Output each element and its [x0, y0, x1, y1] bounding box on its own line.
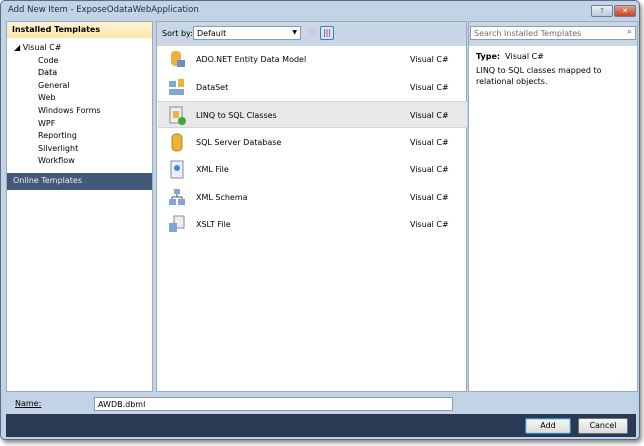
tree-item-general[interactable]: General — [7, 80, 152, 93]
add-new-item-dialog: Add New Item - ExposeOdataWebApplication… — [0, 0, 640, 440]
type-label: Type: — [476, 52, 501, 61]
template-name: SQL Server Database — [196, 137, 282, 147]
tree-label: Web — [38, 93, 56, 103]
list-toolbar: Sort by: Default ▼ ⁞⁞ ||| — [157, 22, 466, 46]
tree-label: WPF — [38, 118, 56, 128]
chevron-down-icon: ▼ — [292, 29, 297, 36]
template-type: Visual C# — [410, 165, 449, 174]
tree-label: Data — [38, 68, 58, 78]
details-panel: Search Installed Templates ⌕ Type: Visual… — [468, 21, 638, 392]
installed-templates-header[interactable]: Installed Templates — [7, 22, 152, 38]
tree-item-visual-csharp[interactable]: ◢ Visual C# — [7, 42, 152, 55]
template-type: Visual C# — [410, 55, 449, 64]
tree-item-reporting[interactable]: Reporting — [7, 130, 152, 143]
template-item[interactable]: DataSet Visual C# — [158, 74, 467, 101]
xslt-file-icon — [169, 215, 185, 232]
button-bar: Add Cancel — [6, 414, 636, 437]
template-name: XML File — [196, 165, 229, 174]
cancel-button[interactable]: Cancel — [578, 418, 628, 434]
entity-model-icon — [171, 51, 185, 67]
template-type: Visual C# — [410, 111, 449, 120]
search-placeholder: Search Installed Templates — [474, 29, 582, 38]
sort-by-label: Sort by: — [162, 29, 193, 38]
template-item[interactable]: ADO.NET Entity Data Model Visual C# — [158, 46, 467, 73]
add-button[interactable]: Add — [525, 418, 571, 434]
tree-item-windows-forms[interactable]: Windows Forms — [7, 105, 152, 118]
template-item[interactable]: XSLT File Visual C# — [158, 211, 467, 238]
tree-item-data[interactable]: Data — [7, 67, 152, 80]
type-value: Visual C# — [505, 52, 544, 61]
sort-by-select[interactable]: Default ▼ — [193, 26, 301, 40]
dataset-icon — [169, 78, 184, 95]
tree-item-silverlight[interactable]: Silverlight — [7, 143, 152, 156]
template-type: Visual C# — [410, 137, 449, 147]
xml-file-icon — [170, 160, 184, 179]
tree-label: Visual C# — [22, 43, 62, 52]
tree-label: Windows Forms — [38, 105, 101, 115]
tree-item-wpf[interactable]: WPF — [7, 118, 152, 131]
template-name: ADO.NET Entity Data Model — [196, 55, 307, 64]
template-name: XML Schema — [196, 192, 248, 202]
tree-item-code[interactable]: Code — [7, 55, 152, 68]
template-categories-panel: Installed Templates ◢ Visual C# Code Data… — [6, 21, 153, 392]
template-item[interactable]: SQL Server Database Visual C# — [158, 129, 467, 156]
template-item[interactable]: XML File Visual C# — [158, 156, 467, 183]
name-label: Name: — [15, 399, 42, 408]
search-icon[interactable]: ⌕ — [627, 27, 632, 37]
dialog-title: Add New Item - ExposeOdataWebApplication — [8, 5, 199, 15]
small-icons-view-icon[interactable]: ⁞⁞ — [305, 26, 319, 40]
template-item[interactable]: XML Schema Visual C# — [158, 184, 467, 211]
template-type: Visual C# — [410, 220, 449, 229]
database-icon — [171, 133, 183, 151]
template-description: LINQ to SQL classes mapped to relational… — [476, 66, 602, 86]
tree-label: Reporting — [38, 131, 77, 141]
template-type: Visual C# — [410, 192, 449, 202]
template-name: LINQ to SQL Classes — [196, 111, 277, 120]
sort-value: Default — [197, 29, 227, 38]
xml-schema-icon — [169, 188, 185, 205]
template-type: Visual C# — [410, 82, 449, 92]
templates-list-panel: Sort by: Default ▼ ⁞⁞ ||| ADO.NET Entity … — [156, 21, 467, 392]
expand-triangle-icon[interactable]: ◢ — [14, 43, 23, 52]
tree-label: Code — [38, 55, 59, 65]
search-templates-input[interactable]: Search Installed Templates ⌕ — [470, 26, 636, 40]
linq-to-sql-icon — [169, 106, 186, 125]
template-item[interactable]: LINQ to SQL Classes Visual C# — [158, 101, 467, 128]
tree-item-workflow[interactable]: Workflow — [7, 155, 152, 168]
tree-label: General — [38, 80, 70, 90]
medium-icons-view-icon[interactable]: ||| — [320, 26, 334, 40]
help-button[interactable]: ? — [591, 5, 613, 17]
online-templates-header[interactable]: Online Templates — [7, 173, 152, 190]
tree-label: Silverlight — [38, 143, 79, 153]
template-name: XSLT File — [196, 220, 231, 229]
template-name: DataSet — [196, 82, 229, 92]
close-button[interactable]: ✕ — [614, 5, 636, 17]
name-input[interactable]: AWDB.dbml — [94, 397, 453, 411]
tree-item-web[interactable]: Web — [7, 92, 152, 105]
tree-label: Workflow — [38, 156, 75, 166]
